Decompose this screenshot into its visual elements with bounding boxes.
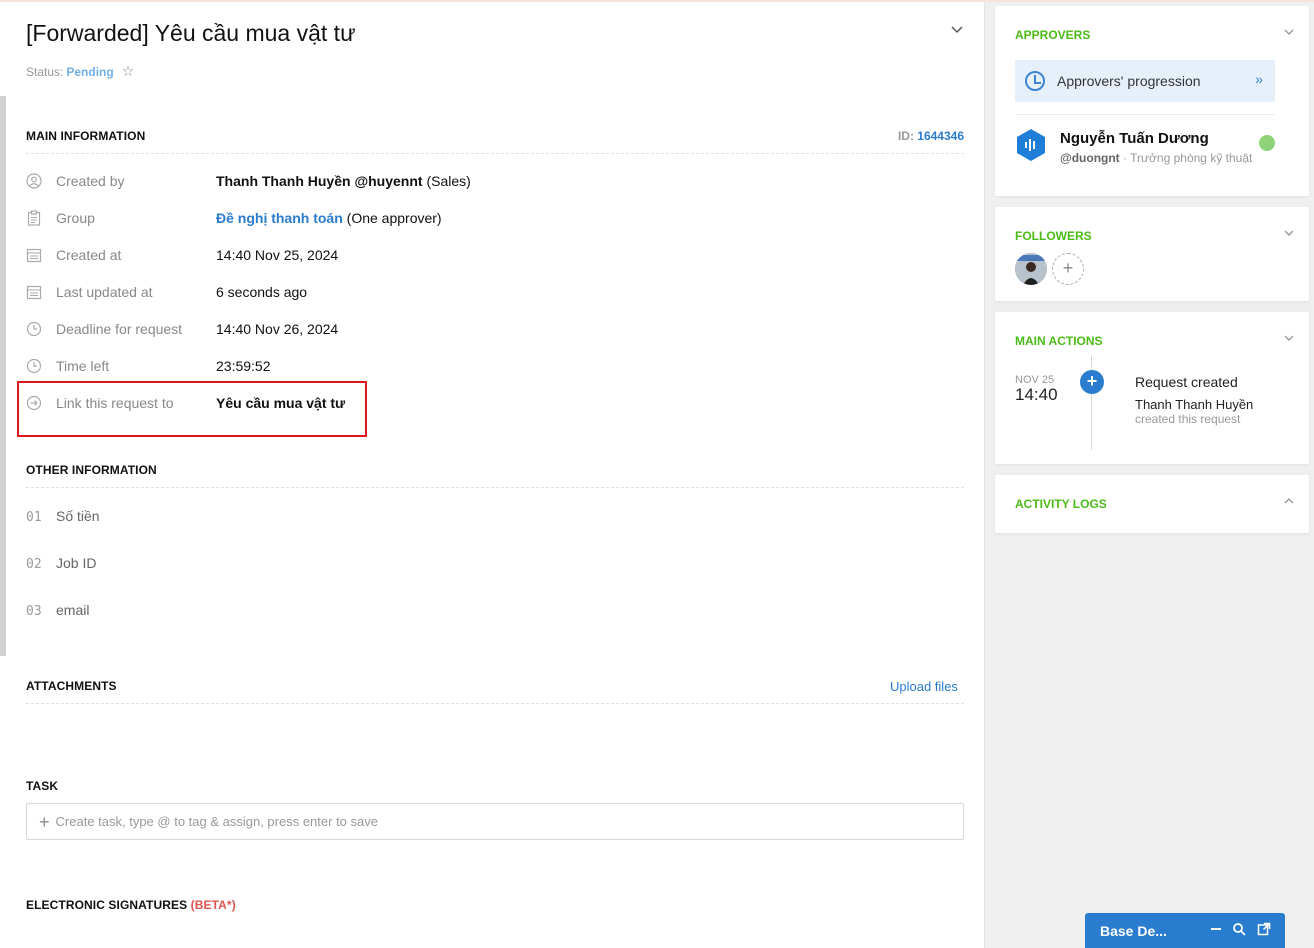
info-label: Group [56,210,95,226]
task-heading: TASK [26,779,59,793]
page-title: [Forwarded] Yêu cầu mua vật tư [26,20,356,46]
request-detail-panel: [Forwarded] Yêu cầu mua vật tư Status: Pe… [6,2,984,948]
double-chevron-right-icon: » [1255,71,1263,87]
attachments-heading: ATTACHMENTS [26,679,117,693]
chat-widget[interactable]: Base De... [1085,913,1285,948]
search-icon[interactable] [1232,922,1246,939]
info-label: Deadline for request [56,321,183,337]
info-value: 14:40 Nov 25, 2024 [216,247,339,263]
approver-role: · Trưởng phòng kỹ thuật [1123,151,1253,165]
action-title: Request created [1135,374,1238,390]
info-value: 14:40 Nov 26, 2024 [216,321,339,337]
info-label: Time left [56,358,110,374]
info-row-last-updated: Last updated at 6 seconds ago [26,283,964,303]
divider [26,487,964,488]
approver-avatar-icon [1015,128,1047,162]
follower-avatar[interactable] [1015,253,1047,285]
activity-logs-card: ACTIVITY LOGS [995,475,1309,533]
field-label: Số tiền [56,508,100,524]
status-label: Status: [26,65,64,79]
approvers-progression-button[interactable]: Approvers' progression » [1015,60,1275,102]
custom-field-job-id[interactable]: 02 Job ID [26,555,96,572]
beta-badge: (BETA*) [190,898,236,912]
chevron-down-icon[interactable] [1283,227,1295,242]
custom-field-email[interactable]: 03 email [26,602,89,619]
custom-field-so-tien[interactable]: 01 Số tiền [26,508,100,525]
action-description: created this request [1135,412,1241,426]
chevron-up-icon[interactable] [1283,495,1295,510]
status-badge: Pending [66,65,114,79]
info-row-time-left: Time left 23:59:52 [26,357,964,377]
group-link[interactable]: Đề nghị thanh toán [216,210,343,226]
info-value: Thanh Thanh Huyền @huyennt (Sales) [216,173,471,189]
user-circle-icon [26,173,42,189]
approver-meta: @duongnt · Trưởng phòng kỹ thuật [1060,151,1252,165]
info-value: 6 seconds ago [216,284,308,300]
approvers-card: APPROVERS Approvers' progression » Nguyễ… [995,6,1309,196]
main-actions-heading: MAIN ACTIONS [1015,334,1103,348]
plus-icon: + [1080,370,1104,394]
info-value: Đề nghị thanh toán (One approver) [216,210,442,226]
request-id-value[interactable]: 1644346 [917,129,964,143]
followers-card: FOLLOWERS + [995,207,1309,301]
info-row-group: Group Đề nghị thanh toán (One approver) [26,209,964,229]
info-label: Last updated at [56,284,153,300]
field-label: email [56,602,90,618]
group-approver-type: (One approver) [346,210,442,226]
field-number: 03 [26,604,42,619]
clock-icon [26,321,42,337]
plus-icon: + [39,811,50,832]
info-row-created-by: Created by Thanh Thanh Huyền @huyennt (S… [26,172,964,192]
progression-label: Approvers' progression [1057,73,1201,89]
create-task-input[interactable]: + Create task, type @ to tag & assign, p… [26,803,964,840]
time-left-value: 23:59:52 [216,358,271,374]
divider [1015,114,1275,115]
main-actions-card: MAIN ACTIONS NOV 25 14:40 + Request crea… [995,312,1309,464]
chevron-down-icon[interactable] [1283,26,1295,41]
calendar-icon [26,247,42,263]
info-label: Created by [56,173,125,189]
creator-name[interactable]: Thanh Thanh Huyền @huyennt [216,173,423,189]
add-follower-button[interactable]: + [1052,253,1084,285]
status-line: Status: Pending ☆ [26,63,134,80]
clipboard-icon [26,210,42,226]
action-actor[interactable]: Thanh Thanh Huyền [1135,397,1253,412]
approvers-heading: APPROVERS [1015,28,1091,42]
divider [26,703,964,704]
task-placeholder: Create task, type @ to tag & assign, pre… [55,814,378,829]
request-id-label: ID: [897,129,914,143]
creator-department: (Sales) [426,173,471,189]
field-number: 01 [26,510,42,525]
activity-logs-heading: ACTIVITY LOGS [1015,497,1107,511]
open-external-icon[interactable] [1257,922,1271,939]
approver-name[interactable]: Nguyễn Tuấn Dương [1060,130,1209,147]
info-label: Created at [56,247,122,263]
field-label: Job ID [56,555,97,571]
followers-heading: FOLLOWERS [1015,229,1092,243]
info-row-deadline: Deadline for request 14:40 Nov 26, 2024 [26,320,964,340]
chat-title: Base De... [1100,923,1167,939]
right-sidebar: APPROVERS Approvers' progression » Nguyễ… [984,2,1314,948]
star-icon[interactable]: ☆ [122,63,135,79]
approver-handle: @duongnt [1060,151,1120,165]
signatures-title: ELECTRONIC SIGNATURES [26,898,188,912]
request-id: ID: 1644346 [898,129,964,143]
online-status-dot [1259,135,1275,151]
field-number: 02 [26,557,42,572]
chevron-down-icon[interactable] [1283,332,1295,347]
minimize-icon[interactable] [1209,922,1223,939]
upload-files-link[interactable]: Upload files [890,679,958,694]
clock-icon [1025,71,1045,91]
divider [26,153,964,154]
main-information-heading: MAIN INFORMATION [26,129,146,143]
action-time: 14:40 [1015,385,1058,404]
info-row-created-at: Created at 14:40 Nov 25, 2024 [26,246,964,266]
electronic-signatures-heading: ELECTRONIC SIGNATURES (BETA*) [26,898,236,912]
clock-icon [26,358,42,374]
highlight-box [17,381,367,437]
chevron-down-icon[interactable] [950,22,966,38]
calendar-icon [26,284,42,300]
other-information-heading: OTHER INFORMATION [26,463,157,477]
